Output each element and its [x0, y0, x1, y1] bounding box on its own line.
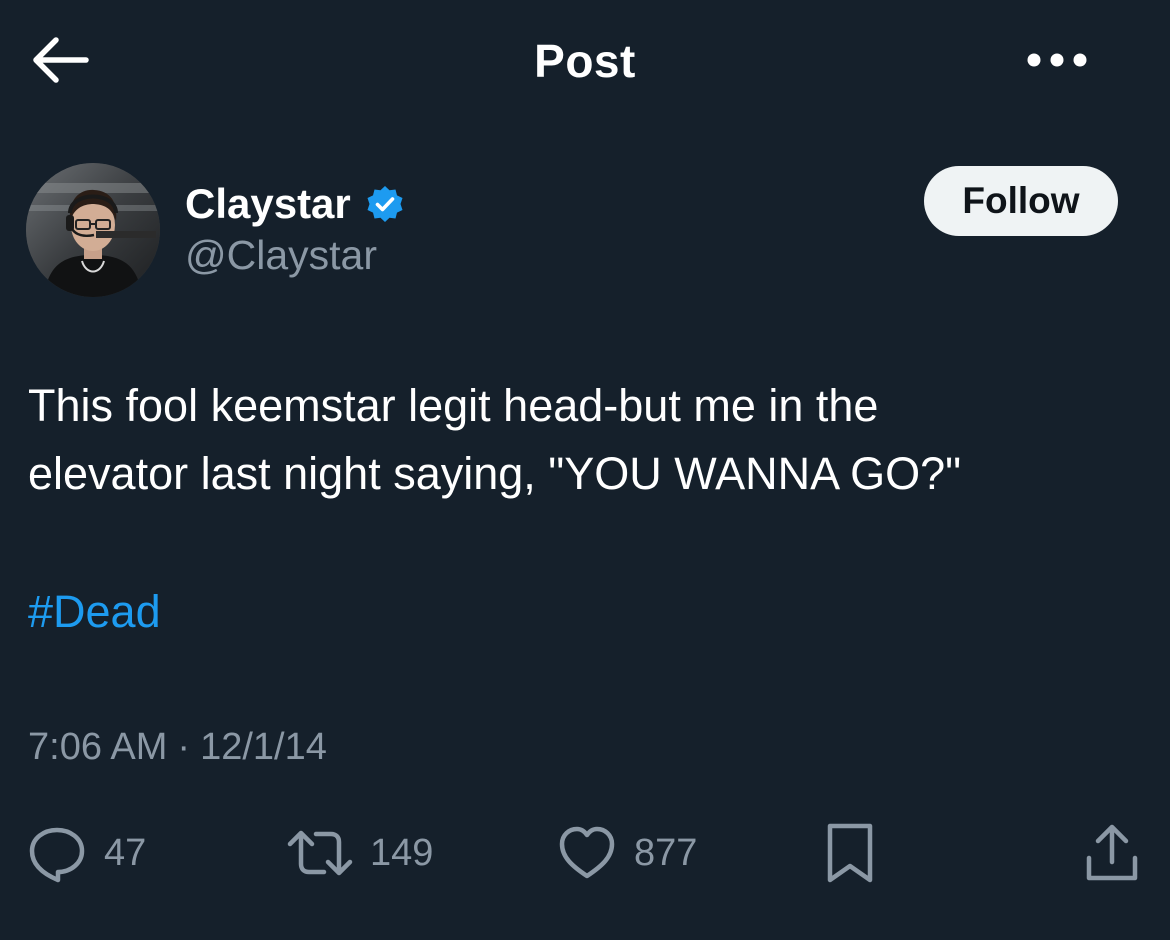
hashtag-link[interactable]: #Dead	[28, 582, 161, 642]
avatar-image	[26, 163, 160, 297]
bookmark-button[interactable]	[826, 820, 874, 886]
tweet-text-line: This fool keemstar legit head-but me in …	[28, 380, 879, 431]
timestamp-separator: ·	[177, 726, 191, 768]
tweet-text: This fool keemstar legit head-but me in …	[28, 372, 1138, 508]
author-name[interactable]: Claystar	[185, 180, 351, 228]
more-horizontal-icon	[1027, 53, 1087, 67]
post-timestamp: 7:06 AM · 12/1/14	[28, 726, 327, 769]
heart-icon	[559, 826, 615, 879]
verified-badge-icon	[367, 186, 403, 222]
tweet-text-line: elevator last night saying, "YOU WANNA G…	[28, 448, 962, 499]
author-name-row[interactable]: Claystar	[185, 176, 405, 232]
reply-button[interactable]: 47	[26, 820, 146, 886]
post-date[interactable]: 12/1/14	[200, 726, 327, 769]
top-bar: Post	[0, 0, 1170, 122]
more-options-button[interactable]	[1026, 46, 1088, 74]
action-bar: 47 149 877	[0, 820, 1170, 886]
repost-button[interactable]: 149	[286, 820, 433, 886]
bookmark-icon	[827, 823, 873, 883]
share-icon	[1086, 824, 1138, 881]
post-time[interactable]: 7:06 AM	[28, 726, 167, 769]
like-count: 877	[634, 831, 698, 874]
avatar[interactable]	[26, 163, 160, 297]
repost-icon	[287, 830, 353, 876]
author-handle[interactable]: @Claystar	[185, 232, 377, 279]
page-title: Post	[534, 35, 636, 87]
reply-count: 47	[104, 831, 147, 874]
share-button[interactable]	[1084, 820, 1140, 886]
follow-button[interactable]: Follow	[924, 166, 1118, 236]
repost-count: 149	[370, 831, 434, 874]
chat-bubble-icon	[29, 827, 85, 883]
like-button[interactable]: 877	[556, 820, 697, 886]
